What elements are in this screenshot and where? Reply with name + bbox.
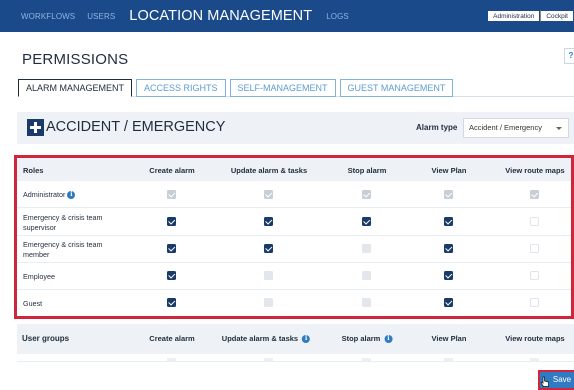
tab-self-management[interactable]: SELF-MANAGEMENT	[229, 79, 336, 97]
info-icon[interactable]: i	[302, 335, 311, 344]
header-user-groups: User groups	[22, 334, 70, 343]
tab-guest-management[interactable]: GUEST MANAGEMENT	[339, 79, 454, 97]
nav-users[interactable]: USERS	[87, 12, 115, 21]
tab-alarm-management[interactable]: ALARM MANAGEMENT	[18, 79, 133, 97]
cockpit-button[interactable]: Cockpit	[540, 10, 574, 22]
section-header: ACCIDENT / EMERGENCY Alarm type Accident…	[17, 112, 574, 144]
header-stop-alarm: Stop alarm i	[342, 334, 393, 344]
top-right-switch: Administration Cockpit	[487, 10, 574, 22]
checkbox-create-alarm[interactable]	[167, 358, 176, 361]
alarm-type-value: Accident / Emergency	[469, 123, 542, 132]
chevron-down-icon	[556, 127, 562, 130]
help-button[interactable]: ?	[564, 48, 574, 64]
top-navbar: WORKFLOWS USERS LOCATION MANAGEMENT LOGS…	[0, 0, 574, 32]
header-update-alarm-tasks: Update alarm & tasks i	[222, 334, 311, 344]
administration-button[interactable]: Administration	[487, 10, 541, 22]
checkbox-view-route-maps[interactable]	[530, 358, 539, 361]
permission-tabs: ALARM MANAGEMENT ACCESS RIGHTS SELF-MANA…	[18, 79, 457, 97]
tab-access-rights[interactable]: ACCESS RIGHTS	[136, 79, 226, 97]
plus-cross-icon	[27, 119, 44, 136]
roles-table-highlight	[14, 155, 574, 319]
checkbox-stop-alarm[interactable]	[362, 358, 371, 361]
header-create-alarm: Create alarm	[149, 334, 195, 343]
alarm-type-select[interactable]: Accident / Emergency	[463, 118, 569, 138]
alarm-type-label: Alarm type	[416, 123, 458, 132]
checkbox-view-plan[interactable]	[444, 358, 453, 361]
page-title: PERMISSIONS	[22, 51, 129, 68]
header-view-route-maps: View route maps	[505, 334, 565, 343]
hand-cursor-icon	[540, 376, 549, 387]
nav-logs[interactable]: LOGS	[326, 12, 349, 21]
info-icon[interactable]: i	[384, 335, 393, 344]
nav-location-management[interactable]: LOCATION MANAGEMENT	[129, 8, 312, 24]
user-groups-table-header: User groups Create alarm Update alarm & …	[17, 324, 574, 354]
table-row	[17, 354, 574, 362]
nav-workflows[interactable]: WORKFLOWS	[21, 12, 75, 21]
checkbox-update-alarm-tasks[interactable]	[264, 358, 273, 361]
section-title: ACCIDENT / EMERGENCY	[46, 119, 226, 135]
header-view-plan: View Plan	[431, 334, 467, 343]
